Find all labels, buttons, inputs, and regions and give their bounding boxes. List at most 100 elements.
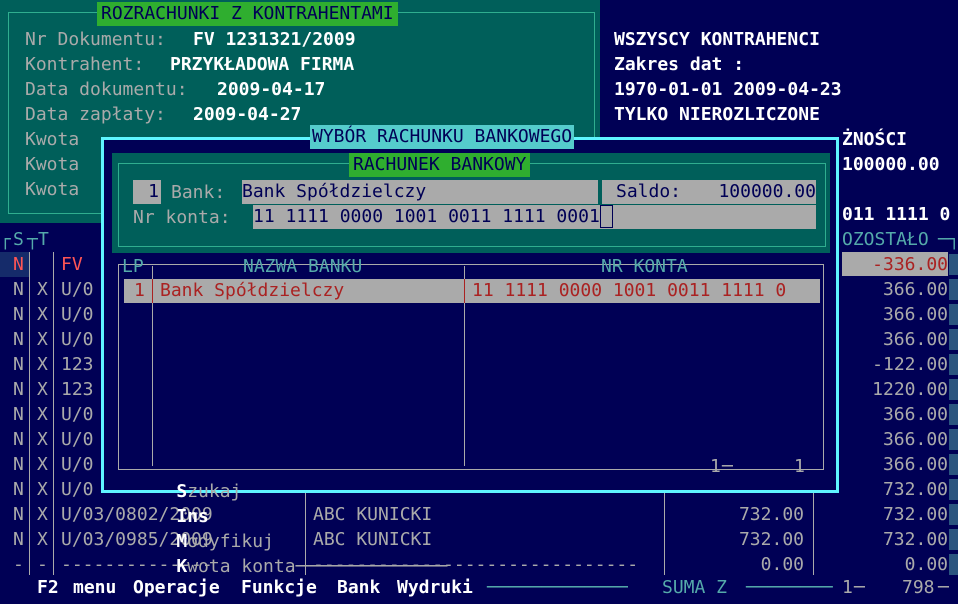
cell-doc: U/0	[61, 454, 94, 475]
scrollbar-track[interactable]	[949, 454, 958, 475]
cell-doc: U/0	[61, 329, 94, 350]
cell-remaining: 366.00	[882, 304, 948, 325]
menu-item-prints[interactable]: Wydruki	[397, 575, 473, 600]
menu-item-bank[interactable]: Bank	[337, 575, 380, 600]
cell-doc: 123	[61, 354, 94, 375]
cell-s: N	[13, 479, 24, 500]
scrollbar-track[interactable]	[949, 504, 958, 525]
menu-item-functions[interactable]: Funkcje	[241, 575, 317, 600]
cell-remaining: -122.00	[872, 354, 948, 375]
cell-s: N	[13, 404, 24, 425]
filter-contractors: WSZYSCY KONTRAHENCI	[614, 29, 820, 50]
cell-t: X	[37, 454, 48, 475]
cell-remaining: 732.00	[882, 504, 948, 525]
column-header-t: T	[38, 229, 49, 250]
filter-partial-account: 011 1111 0	[842, 204, 951, 225]
cell-doc: FV	[61, 254, 83, 275]
account-label: Nr konta:	[133, 207, 231, 228]
cell-t: X	[37, 479, 48, 500]
modify-shortcut[interactable]: M	[176, 531, 187, 552]
saldo-field[interactable]: 100000.00	[698, 180, 816, 204]
cell-s: N	[13, 379, 24, 400]
cell-remaining: 732.00	[882, 529, 948, 550]
pay-date-label: Data zapłaty:	[25, 104, 166, 125]
bank-list-row[interactable]: 1 Bank Spółdzielczy 11 1111 0000 1001 0011…	[124, 279, 820, 303]
scrollbar-track[interactable]	[949, 254, 958, 275]
cell-amount: 732.00	[738, 504, 804, 525]
bank-cell-account: 11 1111 0000 1001 0011 1111 0	[472, 280, 787, 301]
cell-t: X	[37, 279, 48, 300]
filter-date-range-label: Zakres dat :	[614, 54, 745, 75]
cell-remaining: 366.00	[882, 429, 948, 450]
scrollbar-track[interactable]	[949, 529, 958, 550]
contractor-value: PRZYKŁADOWA FIRMA	[170, 54, 355, 75]
cell-s: N	[13, 304, 24, 325]
section-title: RACHUNEK BANKOWY	[349, 153, 531, 177]
amount-shortcut[interactable]: K	[176, 556, 187, 577]
filter-partial-label: ŻNOŚCI	[842, 129, 908, 150]
cell-t: X	[37, 529, 48, 550]
scrollbar-track[interactable]	[949, 329, 958, 350]
cell-remaining: 366.00	[882, 404, 948, 425]
cell-s: N	[13, 279, 24, 300]
pay-date-value: 2009-04-27	[193, 104, 302, 125]
menu-item-operations[interactable]: Operacje	[133, 575, 220, 600]
cell-s: N	[13, 504, 24, 525]
doc-number-value: FV 1231321/2009	[193, 29, 356, 50]
cell-s: N	[13, 254, 24, 275]
bank-label: Bank:	[171, 182, 226, 203]
cell-remaining: 366.00	[882, 329, 948, 350]
column-bank-name: NAZWA BANKU	[243, 256, 363, 277]
cell-t: X	[37, 354, 48, 375]
insert-shortcut[interactable]: Ins	[176, 506, 209, 527]
scrollbar-track[interactable]	[949, 304, 958, 325]
scrollbar-track[interactable]	[949, 279, 958, 300]
record-count: 1	[794, 456, 805, 477]
cell-t: X	[37, 429, 48, 450]
cell-t: X	[37, 404, 48, 425]
cell-t: X	[37, 304, 48, 325]
cell-remaining: 366.00	[882, 279, 948, 300]
bank-account-dialog: RACHUNEK BANKOWY 1 Bank: Bank Spółdzielc…	[101, 137, 839, 577]
cell-s: N	[13, 529, 24, 550]
cell-doc: U/0	[61, 479, 94, 500]
menu-f2-key[interactable]: F2	[37, 575, 59, 600]
cell-doc: U/0	[61, 429, 94, 450]
scrollbar-track[interactable]	[949, 404, 958, 425]
menu-item-menu[interactable]: menu	[73, 575, 116, 600]
account-number-index[interactable]: 1	[133, 180, 161, 204]
cell-t: X	[37, 329, 48, 350]
account-number-field[interactable]: 11 1111 0000 1001 0011 1111 0001	[253, 205, 816, 229]
scrollbar-track[interactable]	[949, 379, 958, 400]
cell-s: N	[13, 429, 24, 450]
scrollbar-track[interactable]	[949, 554, 958, 575]
cell-amount: 0.00	[760, 554, 804, 575]
cell-doc: 123	[61, 379, 94, 400]
record-position: 1	[710, 456, 721, 477]
column-header-s: S	[13, 229, 24, 250]
doc-date-label: Data dokumentu:	[25, 79, 188, 100]
bank-cell-lp: 1	[134, 280, 145, 301]
cell-s: N	[13, 354, 24, 375]
scrollbar-track[interactable]	[949, 354, 958, 375]
filter-date-range: 1970-01-01 2009-04-23	[614, 79, 842, 100]
cell-doc: U/0	[61, 404, 94, 425]
column-account-number: NR KONTA	[601, 256, 688, 277]
saldo-label: Saldo:	[602, 180, 704, 204]
scrollbar-track[interactable]	[949, 479, 958, 500]
sum-count: 1	[842, 577, 853, 598]
dialog-title: WYBÓR RACHUNKU BANKOWEGO	[310, 125, 575, 149]
cell-s: -	[13, 554, 24, 575]
cell-remaining: 1220.00	[872, 379, 948, 400]
header-title: ROZRACHUNKI Z KONTRAHENTAMI	[97, 2, 398, 26]
cell-remaining: 0.00	[904, 554, 948, 575]
doc-number-label: Nr Dokumentu:	[25, 29, 166, 50]
scrollbar-track[interactable]	[949, 429, 958, 450]
contractor-label: Kontrahent:	[25, 54, 145, 75]
column-lp: LP	[122, 256, 144, 277]
amount-label: Kwota	[25, 179, 80, 200]
bank-name-field[interactable]: Bank Spółdzielczy	[242, 180, 598, 204]
sum-total: 798	[902, 577, 935, 598]
cell-remaining: 732.00	[882, 479, 948, 500]
search-shortcut[interactable]: S	[176, 481, 187, 502]
